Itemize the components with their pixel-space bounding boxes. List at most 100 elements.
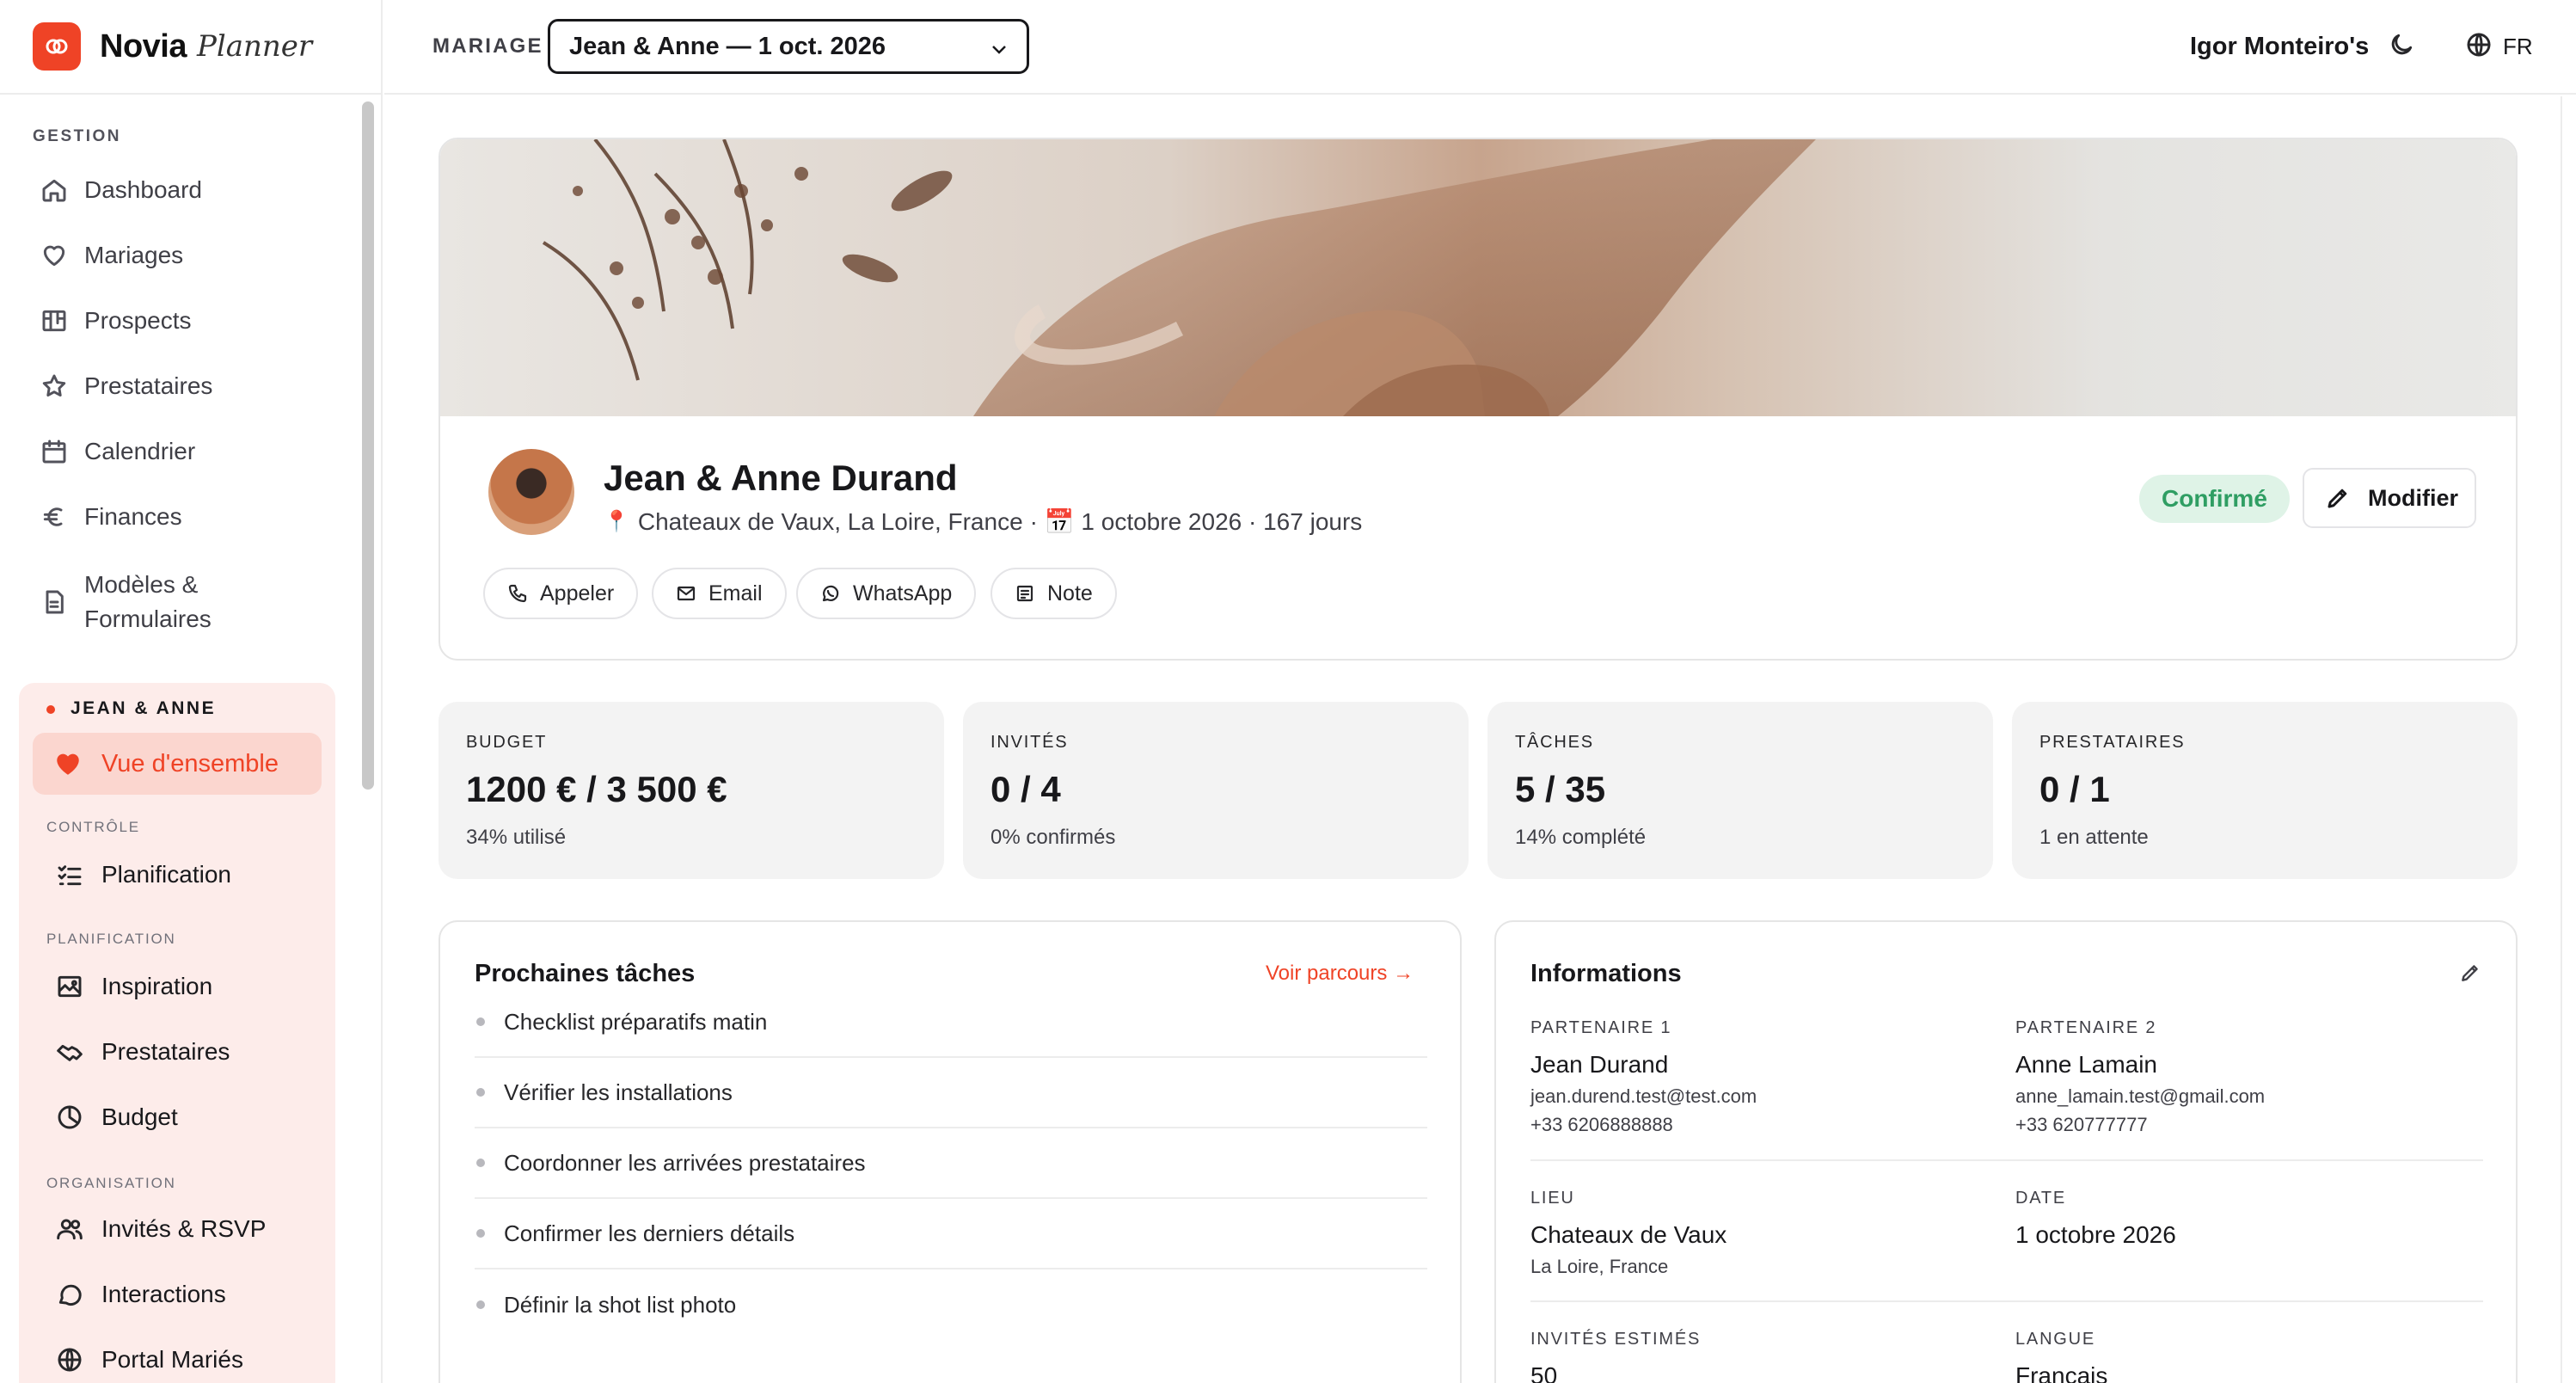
sidebar-item-label: Prestataires xyxy=(84,372,213,399)
main-scrollbar[interactable] xyxy=(2561,96,2576,1383)
wedding-date-countdown: · 📅 1 octobre 2026 · 167 jours xyxy=(1029,508,1363,535)
sidebar-item-budget[interactable]: Budget xyxy=(55,1103,178,1132)
bullet-icon xyxy=(476,1300,485,1309)
image-icon xyxy=(55,972,84,1001)
task-item[interactable]: Vérifier les installations xyxy=(475,1058,1427,1128)
date-value: 1 octobre 2026 xyxy=(2015,1221,2176,1248)
globe-icon xyxy=(55,1345,84,1374)
bullet-icon xyxy=(476,1159,485,1167)
sidebar-item-label: Calendrier xyxy=(84,438,196,464)
sidebar-item-label: Modèles & Formulaires xyxy=(84,571,212,632)
partner2-phone[interactable]: +33 620777777 xyxy=(2015,1114,2148,1136)
partner1-label: PARTENAIRE 1 xyxy=(1530,1018,1672,1037)
section-title-planification: PLANIFICATION xyxy=(46,931,176,947)
sidebar-item-modeles[interactable]: Modèles & Formulaires xyxy=(40,568,212,636)
divider xyxy=(1530,1300,2483,1302)
wedding-select-value: Jean & Anne — 1 oct. 2026 xyxy=(569,32,886,60)
bullet-icon xyxy=(476,1229,485,1238)
stat-card-prestataires[interactable]: PRESTATAIRES 0 / 1 1 en attente xyxy=(2012,702,2518,879)
sidebar-item-label: Dashboard xyxy=(84,176,202,203)
partner2-email[interactable]: anne_lamain.test@gmail.com xyxy=(2015,1085,2265,1108)
sidebar-scrollbar[interactable] xyxy=(362,101,374,790)
view-journey-link[interactable]: Voir parcours → xyxy=(1266,962,1414,986)
sidebar-item-calendrier[interactable]: Calendrier xyxy=(40,437,195,466)
sidebar-item-label: Budget xyxy=(101,1103,178,1130)
whatsapp-button-label: WhatsApp xyxy=(853,581,953,605)
stat-sub: 34% utilisé xyxy=(466,826,567,849)
sidebar-item-label: Vue d'ensemble xyxy=(101,749,279,778)
sidebar-item-prestataires-wedding[interactable]: Prestataires xyxy=(55,1037,230,1066)
stat-sub: 0% confirmés xyxy=(991,826,1116,849)
task-item[interactable]: Checklist préparatifs matin xyxy=(475,987,1427,1058)
edit-button[interactable]: Modifier xyxy=(2303,468,2476,528)
phone-icon xyxy=(508,584,527,603)
call-button[interactable]: Appeler xyxy=(483,568,639,619)
email-button[interactable]: Email xyxy=(652,568,787,619)
sidebar-item-label: Prospects xyxy=(84,307,192,334)
partner1-phone[interactable]: +33 6206888888 xyxy=(1530,1114,1673,1136)
task-label: Confirmer les derniers détails xyxy=(504,1220,795,1246)
bullet-icon xyxy=(476,1088,485,1097)
stat-sub: 14% complété xyxy=(1515,826,1647,849)
venue-value: Chateaux de Vaux xyxy=(1530,1221,1727,1248)
language-switcher[interactable]: FR xyxy=(2465,31,2533,63)
stat-value: 5 / 35 xyxy=(1515,769,1606,809)
brand[interactable]: Novia Planner xyxy=(0,0,381,95)
moon-icon[interactable] xyxy=(2388,31,2419,62)
divider xyxy=(1530,1159,2483,1161)
brand-name: Novia xyxy=(100,28,187,65)
pencil-icon[interactable] xyxy=(2459,962,2483,986)
sidebar-item-label: Inspiration xyxy=(101,973,213,999)
sidebar-item-invites[interactable]: Invités & RSVP xyxy=(55,1214,266,1244)
chat-icon xyxy=(55,1280,84,1309)
user-name[interactable]: Igor Monteiro's xyxy=(2190,33,2369,61)
pie-chart-icon xyxy=(55,1103,84,1132)
task-label: Checklist préparatifs matin xyxy=(504,1008,768,1035)
sidebar-item-label: Portal Mariés xyxy=(101,1346,243,1373)
whatsapp-icon xyxy=(822,585,839,602)
stat-card-taches[interactable]: TÂCHES 5 / 35 14% complété xyxy=(1487,702,1993,879)
stat-value: 0 / 1 xyxy=(2039,769,2110,809)
sidebar-item-label: Finances xyxy=(84,503,182,530)
language-label: LANGUE xyxy=(2015,1330,2096,1349)
kanban-icon xyxy=(40,306,69,335)
sidebar-item-mariages[interactable]: Mariages xyxy=(40,241,183,270)
stat-card-budget[interactable]: BUDGET 1200 € / 3 500 € 34% utilisé xyxy=(439,702,944,879)
wedding-location: Chateaux de Vaux, La Loire, France xyxy=(637,507,1023,535)
sidebar-item-interactions[interactable]: Interactions xyxy=(55,1280,226,1309)
partner1-email[interactable]: jean.durend.test@test.com xyxy=(1530,1085,1757,1108)
venue-label: LIEU xyxy=(1530,1189,1575,1208)
language-value: Français xyxy=(2015,1362,2108,1383)
edit-button-label: Modifier xyxy=(2368,484,2458,511)
calendar-icon xyxy=(40,437,69,466)
task-item[interactable]: Confirmer les derniers détails xyxy=(475,1199,1427,1269)
partner2-name: Anne Lamain xyxy=(2015,1051,2158,1078)
brand-sub: Planner xyxy=(196,29,313,64)
sidebar-item-prospects[interactable]: Prospects xyxy=(40,306,192,335)
sidebar-item-dashboard[interactable]: Dashboard xyxy=(40,175,202,205)
task-item[interactable]: Définir la shot list photo xyxy=(475,1269,1427,1340)
call-button-label: Appeler xyxy=(540,581,615,605)
email-button-label: Email xyxy=(708,581,763,605)
stat-label: PRESTATAIRES xyxy=(2039,733,2186,752)
stat-card-invites[interactable]: INVITÉS 0 / 4 0% confirmés xyxy=(963,702,1469,879)
pencil-icon xyxy=(2328,489,2347,508)
sidebar-item-prestataires[interactable]: Prestataires xyxy=(40,372,212,401)
home-icon xyxy=(40,175,69,205)
file-icon xyxy=(40,587,69,617)
whatsapp-button[interactable]: WhatsApp xyxy=(796,568,977,619)
sidebar-item-finances[interactable]: Finances xyxy=(40,502,182,532)
date-label: DATE xyxy=(2015,1189,2067,1208)
mail-icon xyxy=(677,586,696,601)
sidebar-item-label: Interactions xyxy=(101,1281,226,1307)
location-pin-icon: 📍 xyxy=(604,510,629,533)
wedding-select[interactable]: Jean & Anne — 1 oct. 2026 xyxy=(548,19,1029,74)
upcoming-tasks-card: Prochaines tâches Voir parcours → Checkl… xyxy=(439,920,1462,1383)
sidebar-item-inspiration[interactable]: Inspiration xyxy=(55,972,212,1001)
task-item[interactable]: Coordonner les arrivées prestataires xyxy=(475,1128,1427,1199)
section-title-controle: CONTRÔLE xyxy=(46,819,140,835)
note-button[interactable]: Note xyxy=(991,568,1117,619)
sidebar-item-portail[interactable]: Portal Mariés xyxy=(55,1345,243,1374)
sidebar-item-planification[interactable]: Planification xyxy=(55,860,231,889)
sidebar-item-vue-ensemble[interactable]: Vue d'ensemble xyxy=(33,733,322,795)
